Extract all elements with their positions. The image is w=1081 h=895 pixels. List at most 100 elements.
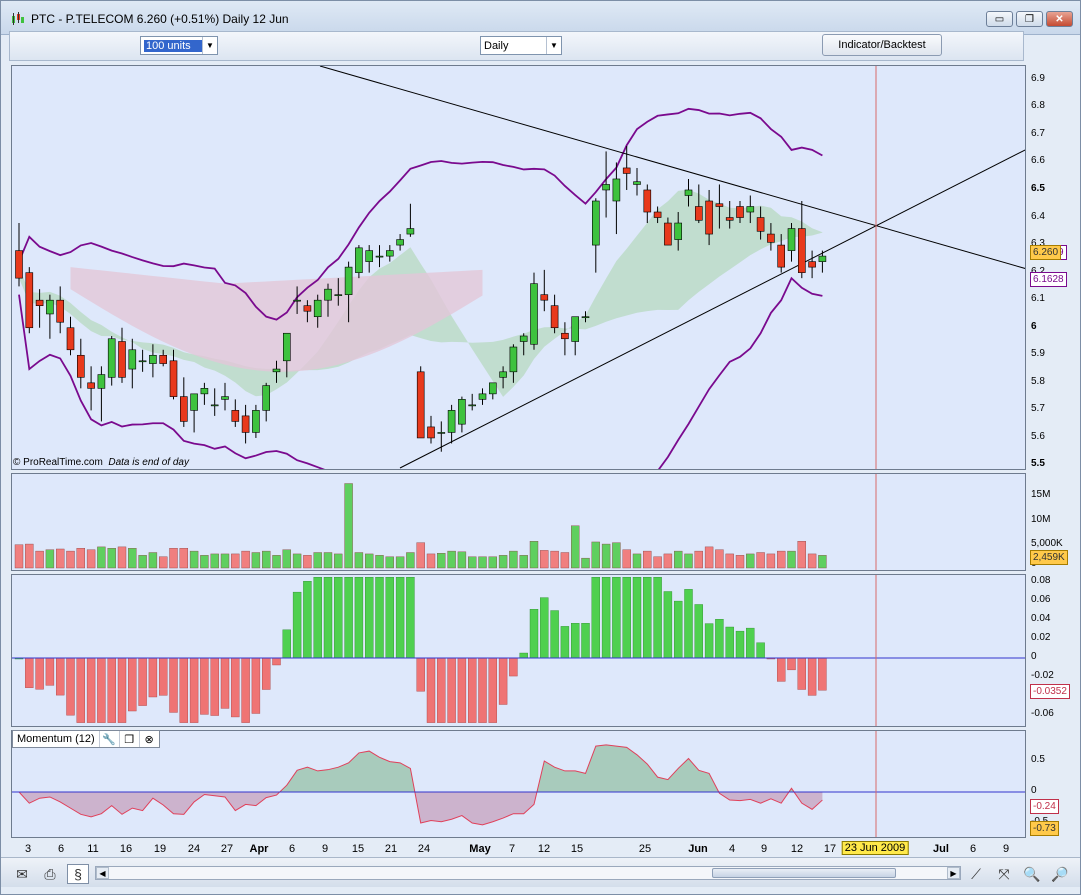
title-bar[interactable]: PTC - P.TELECOM 6.260 (+0.51%) Daily 12 … (1, 1, 1080, 35)
macd-bar (158, 657, 168, 696)
macd-bar (818, 657, 827, 691)
macd-bar (395, 577, 405, 659)
zoom-out-icon[interactable]: 🔍 (1021, 864, 1043, 884)
window-icon[interactable]: ❐ (118, 731, 139, 747)
macd-bar (303, 581, 312, 659)
macd-bar (622, 577, 631, 659)
volume-bar (632, 553, 642, 569)
volume-bar (447, 550, 456, 569)
volume-chart (14, 474, 877, 570)
period-select[interactable]: Daily ▼ (480, 36, 562, 55)
macd-bar (385, 577, 394, 659)
close-circle-icon[interactable]: ⊗ (138, 731, 159, 747)
macd-bar (797, 657, 806, 690)
volume-bar (354, 552, 364, 569)
candle-body (777, 244, 786, 268)
volume-bar (25, 543, 34, 569)
volume-bar (303, 555, 312, 569)
macd-bar (261, 657, 271, 690)
candle-body (128, 349, 137, 370)
volume-bar (56, 548, 65, 569)
price-axis[interactable]: 6.96.86.76.66.56.46.36.26.165.95.85.75.6… (1027, 65, 1081, 470)
date-tick-label: 6 (969, 843, 977, 855)
wrench-icon[interactable]: 🔧 (98, 731, 119, 747)
macd-bar (282, 629, 291, 659)
volume-panel[interactable] (11, 473, 1026, 571)
candle-body (87, 382, 95, 389)
macd-bar (220, 657, 230, 709)
candle-body (519, 335, 528, 342)
macd-bar (375, 577, 384, 659)
minimize-icon: ▭ (994, 13, 1005, 25)
macd-bar (241, 657, 250, 723)
units-select[interactable]: 100 units ▼ (140, 36, 218, 55)
candle-body (324, 288, 332, 301)
draw-trend-icon[interactable]: ⟋ (965, 864, 987, 884)
candle-body (787, 228, 796, 251)
price-panel[interactable] (11, 65, 1026, 470)
macd-bar (715, 619, 724, 659)
volume-bar (787, 550, 796, 569)
watermark: © ProRealTime.com Data is end of day (13, 457, 189, 468)
zoom-fit-icon[interactable]: ⤧ (993, 864, 1015, 884)
candle-body (684, 189, 693, 196)
date-tick-label: 15 (570, 843, 584, 855)
volume-bar (148, 552, 158, 569)
volume-bar (766, 553, 776, 569)
print-icon[interactable]: ⎙ (39, 864, 61, 884)
volume-bar (344, 483, 353, 569)
watermark-brand: © ProRealTime.com (13, 457, 103, 468)
candle-body (694, 206, 703, 221)
volume-bar (117, 546, 127, 569)
volume-bar (540, 550, 549, 569)
macd-bar (344, 577, 353, 659)
candle-body (118, 341, 126, 378)
link-icon[interactable]: § (67, 864, 89, 884)
horizontal-scrollbar[interactable]: ◀ ▶ (95, 866, 961, 880)
macd-bar (746, 627, 755, 659)
volume-bar (478, 556, 487, 569)
macd-bar (807, 657, 817, 696)
window-title: PTC - P.TELECOM 6.260 (+0.51%) Daily 12 … (31, 12, 289, 26)
scroll-right-icon[interactable]: ▶ (947, 867, 960, 879)
volume-bar (406, 552, 415, 569)
macd-axis[interactable]: 0.080.060.040.020-0.02-0.04-0.06 (1027, 574, 1081, 727)
restore-icon: ❐ (1025, 13, 1034, 25)
price-tick-label: 6.8 (1031, 100, 1045, 112)
candle-body (622, 167, 631, 174)
macd-bar (529, 609, 539, 659)
minimize-button[interactable]: ▭ (986, 11, 1013, 27)
momentum-panel[interactable] (11, 730, 1026, 838)
scroll-left-icon[interactable]: ◀ (96, 867, 109, 879)
momentum-low-badge: -0.73 (1030, 821, 1059, 836)
date-axis[interactable]: 3 6 11 16 19 24 27 Apr 6 9 15 21 24 May 7 12 15 25 Jun 4 9 12… (11, 839, 1026, 857)
scroll-thumb[interactable] (712, 868, 896, 878)
mail-icon[interactable]: ✉ (11, 864, 33, 884)
volume-bar (169, 548, 178, 569)
candle-body (427, 426, 435, 439)
macd-bar (45, 657, 55, 686)
candle-body (602, 184, 610, 191)
zoom-in-icon[interactable]: 🔎 (1049, 864, 1071, 884)
macd-bar (684, 589, 693, 659)
macd-bar (25, 657, 34, 688)
macd-bar (591, 577, 600, 659)
macd-bar (437, 657, 446, 723)
candle-body (458, 399, 466, 425)
volume-tick-label: 5,000K (1031, 538, 1063, 549)
price-chart (15, 66, 1025, 469)
indicator-backtest-button[interactable]: Indicator/Backtest (822, 34, 942, 56)
close-button[interactable]: ✕ (1046, 11, 1073, 27)
volume-bar (622, 549, 631, 569)
macd-bar (76, 657, 86, 723)
candle-body (756, 217, 765, 232)
volume-bar (395, 556, 405, 569)
volume-bar (66, 550, 75, 569)
macd-bar (571, 623, 580, 659)
candle-body (746, 206, 755, 213)
candle-body (808, 261, 816, 268)
macd-panel[interactable] (11, 574, 1026, 727)
date-tick-label: 27 (220, 843, 234, 855)
candle-body (509, 346, 518, 373)
restore-button[interactable]: ❐ (1016, 11, 1043, 27)
